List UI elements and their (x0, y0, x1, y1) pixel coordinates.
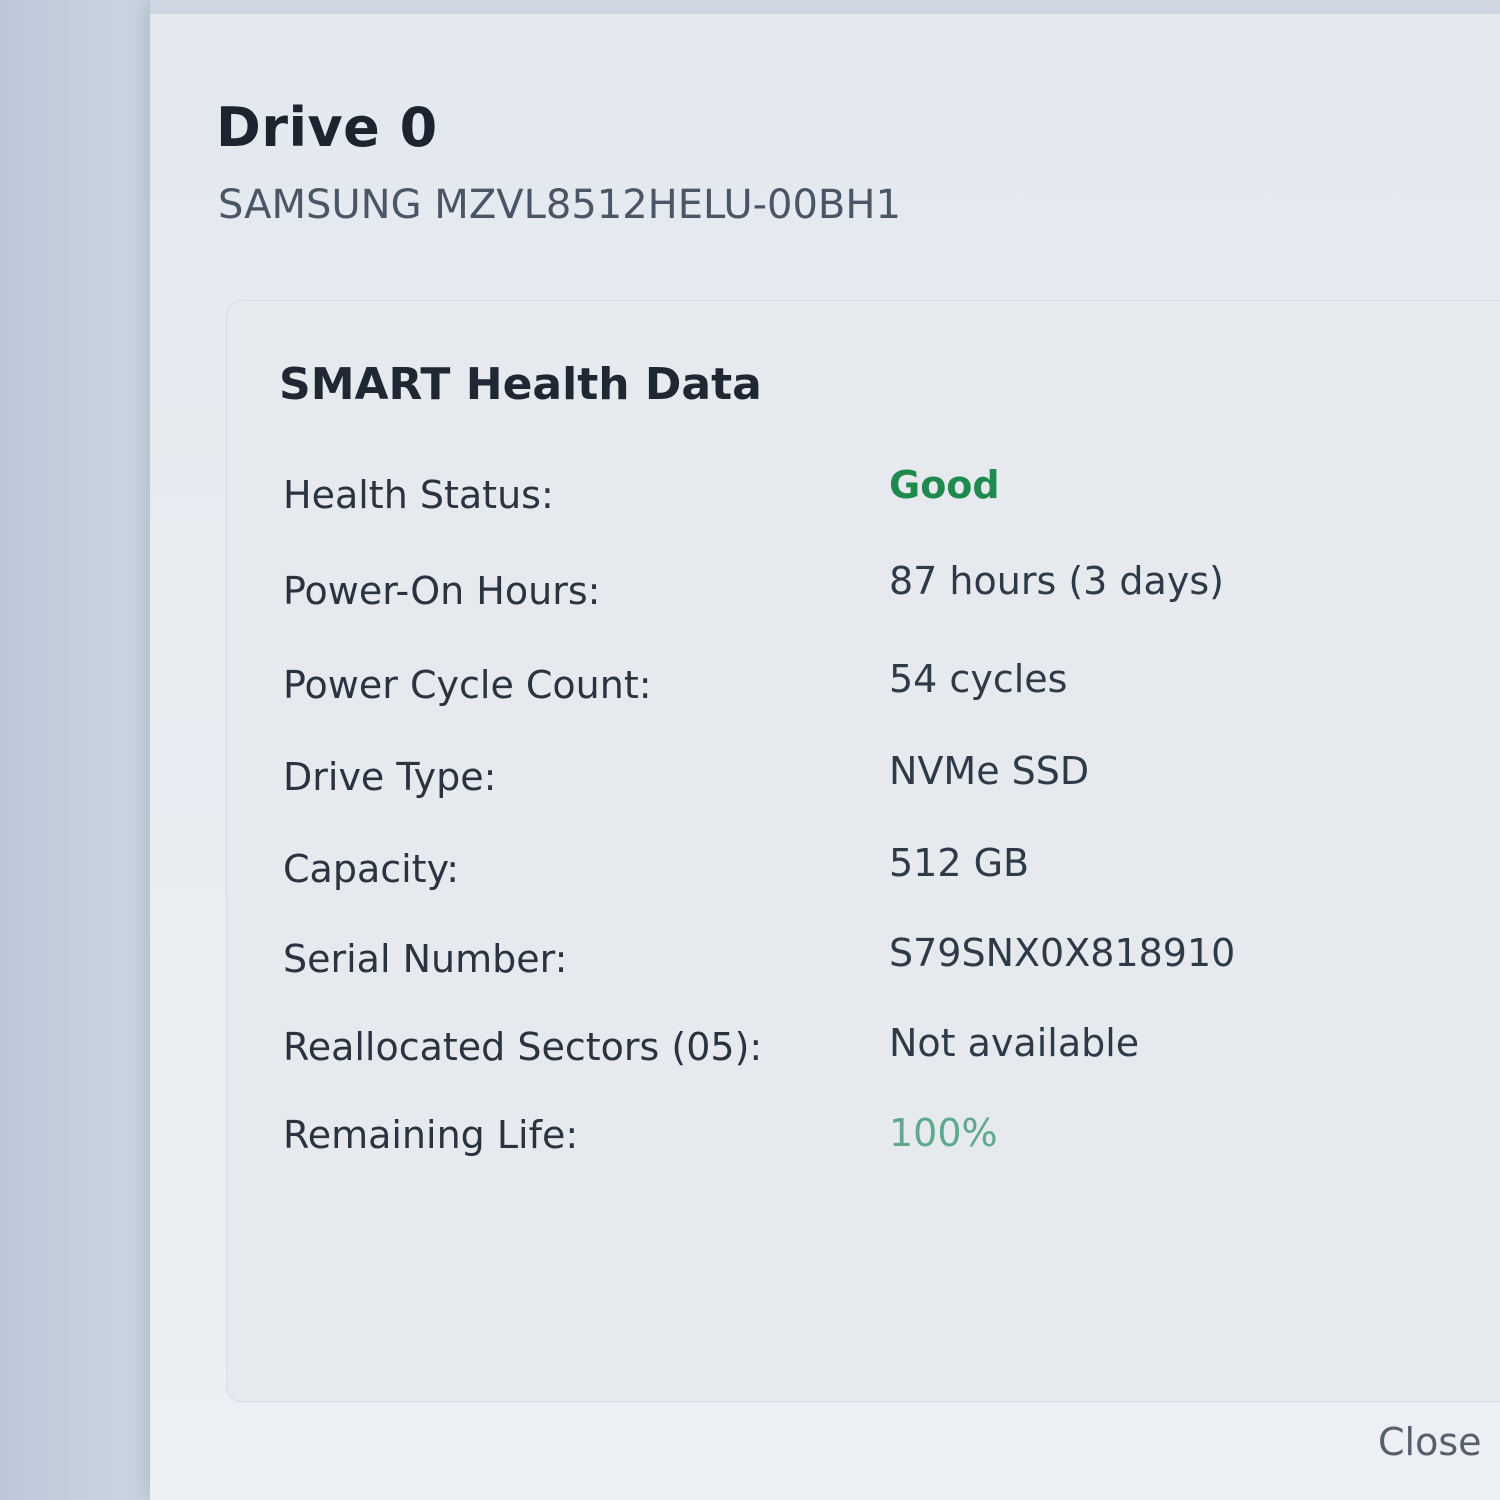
smart-health-card: SMART Health Data Health Status: Good Po… (226, 300, 1500, 1402)
drive-title: Drive 0 (216, 96, 438, 159)
power-cycle-count-label: Power Cycle Count: (283, 663, 652, 707)
remaining-life-value: 100% (889, 1111, 998, 1155)
power-cycle-count-value: 54 cycles (889, 657, 1068, 701)
power-on-hours-label: Power-On Hours: (283, 569, 601, 613)
health-status-value: Good (889, 463, 1000, 507)
reallocated-sectors-label: Reallocated Sectors (05): (283, 1025, 763, 1069)
smart-row-power-cycle-count: Power Cycle Count: 54 cycles (283, 657, 1483, 723)
capacity-value: 512 GB (889, 841, 1030, 885)
capacity-label: Capacity: (283, 847, 460, 891)
drive-model: SAMSUNG MZVL8512HELU-00BH1 (218, 182, 901, 228)
serial-number-label: Serial Number: (283, 937, 568, 981)
smart-row-serial-number: Serial Number: S79SNX0X818910 (283, 931, 1483, 997)
smart-row-capacity: Capacity: 512 GB (283, 841, 1483, 907)
drive-type-label: Drive Type: (283, 755, 497, 799)
reallocated-sectors-value: Not available (889, 1021, 1140, 1065)
smart-health-title: SMART Health Data (279, 359, 762, 410)
drive-type-value: NVMe SSD (889, 749, 1090, 793)
drive-details-dialog: Drive 0 SAMSUNG MZVL8512HELU-00BH1 SMART… (150, 0, 1500, 1500)
smart-row-health-status: Health Status: Good (283, 463, 1483, 533)
remaining-life-label: Remaining Life: (283, 1113, 579, 1157)
smart-row-remaining-life: Remaining Life: 100% (283, 1111, 1483, 1173)
close-button[interactable]: Close (1378, 1420, 1482, 1464)
serial-number-value: S79SNX0X818910 (889, 931, 1236, 975)
smart-row-reallocated-sectors: Reallocated Sectors (05): Not available (283, 1021, 1483, 1085)
smart-row-power-on-hours: Power-On Hours: 87 hours (3 days) (283, 559, 1483, 629)
health-status-label: Health Status: (283, 473, 554, 517)
dialog-top-strip (150, 0, 1500, 14)
power-on-hours-value: 87 hours (3 days) (889, 559, 1224, 603)
smart-row-drive-type: Drive Type: NVMe SSD (283, 749, 1483, 815)
